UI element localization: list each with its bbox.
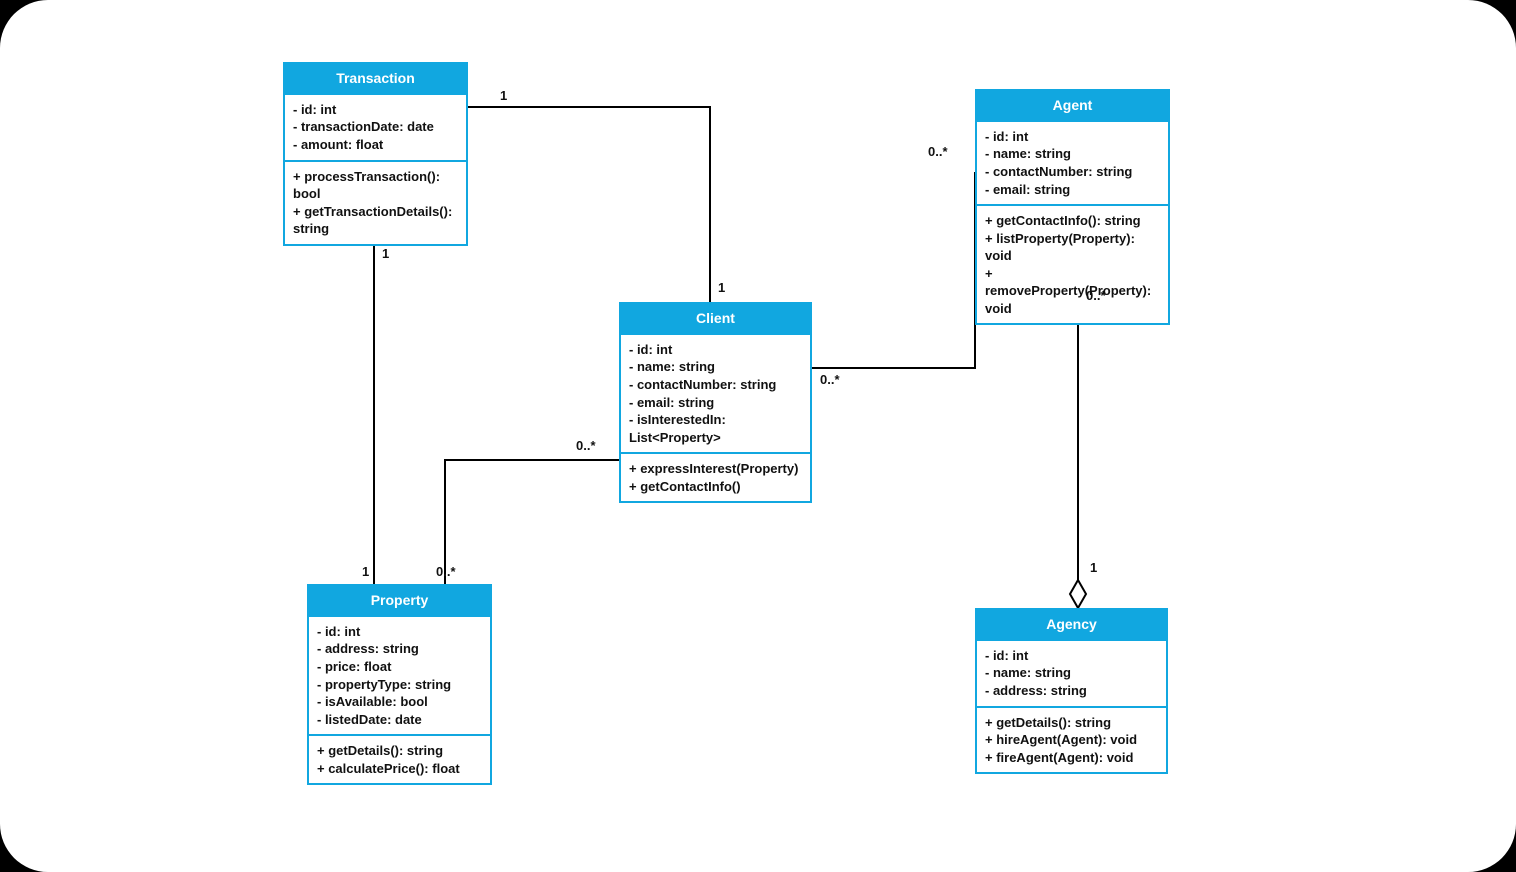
methods: + getDetails(): string + hireAgent(Agent… (977, 706, 1166, 773)
diagram-canvas: Transaction - id: int - transactionDate:… (0, 0, 1516, 872)
attributes: - id: int - address: string - price: flo… (309, 615, 490, 734)
class-transaction[interactable]: Transaction - id: int - transactionDate:… (283, 62, 468, 246)
multiplicity: 0..* (820, 372, 840, 387)
multiplicity: 1 (362, 564, 369, 579)
class-title: Property (309, 586, 490, 615)
multiplicity: 0..* (436, 564, 456, 579)
attributes: - id: int - name: string - address: stri… (977, 639, 1166, 706)
multiplicity: 0..* (576, 438, 596, 453)
methods: + getContactInfo(): string + listPropert… (977, 204, 1168, 323)
class-agent[interactable]: Agent - id: int - name: string - contact… (975, 89, 1170, 325)
attributes: - id: int - name: string - contactNumber… (977, 120, 1168, 204)
attributes: - id: int - name: string - contactNumber… (621, 333, 810, 452)
multiplicity: 1 (382, 246, 389, 261)
class-agency[interactable]: Agency - id: int - name: string - addres… (975, 608, 1168, 774)
multiplicity: 1 (500, 88, 507, 103)
multiplicity: 1 (718, 280, 725, 295)
multiplicity: 0..* (928, 144, 948, 159)
class-title: Agency (977, 610, 1166, 639)
class-title: Transaction (285, 64, 466, 93)
class-title: Agent (977, 91, 1168, 120)
class-title: Client (621, 304, 810, 333)
class-property[interactable]: Property - id: int - address: string - p… (307, 584, 492, 785)
attributes: - id: int - transactionDate: date - amou… (285, 93, 466, 160)
multiplicity: 1 (1090, 560, 1097, 575)
multiplicity: 0..* (1086, 288, 1106, 303)
class-client[interactable]: Client - id: int - name: string - contac… (619, 302, 812, 503)
methods: + processTransaction(): bool + getTransa… (285, 160, 466, 244)
methods: + expressInterest(Property) + getContact… (621, 452, 810, 501)
methods: + getDetails(): string + calculatePrice(… (309, 734, 490, 783)
